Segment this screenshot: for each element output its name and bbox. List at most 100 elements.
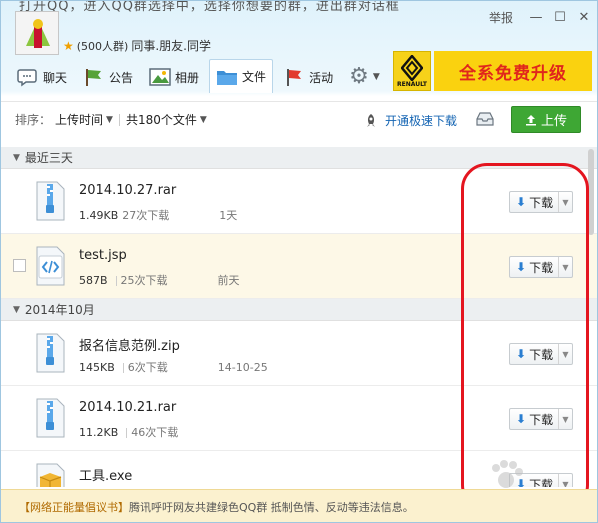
- upload-time: 前天: [217, 274, 240, 287]
- sort-dropdown[interactable]: 上传时间: [55, 111, 103, 128]
- download-button[interactable]: ⬇ 下载 ▼: [509, 191, 573, 213]
- collapse-triangle-icon: ▼: [13, 304, 20, 315]
- file-toolbar: 排序： 上传时间 ▼ 共180个文件 ▼ 开通极速下载 上传: [1, 101, 597, 137]
- tab-announcement[interactable]: 公告: [77, 61, 139, 93]
- file-name[interactable]: 2014.10.27.rar: [79, 183, 176, 198]
- download-label: 下载: [529, 412, 554, 427]
- upload-time: 14-10-25: [217, 361, 268, 374]
- minimize-icon[interactable]: —: [529, 10, 543, 25]
- close-icon[interactable]: ✕: [577, 10, 591, 25]
- zip-archive-icon: [36, 398, 65, 438]
- renault-logo-icon: [401, 55, 423, 81]
- download-arrow-icon: ⬇: [516, 260, 527, 274]
- download-button[interactable]: ⬇ 下载 ▼: [509, 343, 573, 365]
- group-tags: 同事.朋友.同学: [131, 39, 211, 53]
- code-file-icon: [36, 246, 65, 286]
- divider: [118, 113, 120, 126]
- file-row[interactable]: 报名信息范例.zip 145KB 6次下载 14-10-25 ⬇ 下载 ▼: [1, 321, 597, 386]
- file-name[interactable]: 报名信息范例.zip: [79, 335, 180, 354]
- vertical-scrollbar[interactable]: [587, 147, 595, 487]
- file-name[interactable]: 工具.exe: [79, 465, 132, 484]
- download-count: 27次下载: [122, 209, 170, 222]
- download-count: 46次下载: [131, 426, 179, 439]
- report-button[interactable]: 举报: [489, 9, 513, 26]
- file-list: ▼ 最近三天 2014.10.27.rar 1.49KB 27次下载 1天 ⬇ 下载…: [1, 147, 597, 487]
- file-size: 587B: [79, 274, 108, 287]
- photo-album-icon: [149, 68, 171, 86]
- renault-ad-logo[interactable]: RENAULT: [393, 51, 431, 91]
- section-title: 2014年10月: [24, 303, 95, 317]
- tab-chat[interactable]: 聊天: [11, 61, 73, 93]
- notice-bar: 【网络正能量倡议书】 腾讯呼吁网友共建绿色QQ群 抵制色情、反动等违法信息。: [1, 489, 597, 522]
- file-row[interactable]: 2014.10.27.rar 1.49KB 27次下载 1天 ⬇ 下载 ▼: [1, 169, 597, 234]
- download-label: 下载: [529, 347, 554, 362]
- file-row[interactable]: 2014.10.21.rar 11.2KB 46次下载 ⬇ 下载 ▼: [1, 386, 597, 451]
- folder-icon: [217, 70, 238, 85]
- chat-icon: [17, 69, 37, 87]
- file-count-chevron-icon[interactable]: ▼: [200, 115, 207, 125]
- download-label: 下载: [529, 260, 554, 275]
- speed-download-label: 开通极速下载: [385, 114, 458, 128]
- group-size: (500人群): [76, 39, 129, 53]
- upload-time: 1天: [219, 209, 238, 222]
- ad-banner[interactable]: 全系免费升级: [434, 51, 592, 91]
- tab-files-label: 文件: [242, 70, 267, 84]
- chevron-down-icon[interactable]: ▼: [558, 257, 572, 277]
- chevron-down-icon[interactable]: ▼: [558, 192, 572, 212]
- window-controls: 举报 — ☐ ✕: [489, 9, 591, 26]
- file-size: 145KB: [79, 361, 115, 374]
- download-count: 25次下载: [120, 274, 168, 287]
- inbox-icon[interactable]: [475, 110, 495, 128]
- tab-activity[interactable]: 活动: [277, 61, 339, 93]
- tab-announcement-label: 公告: [109, 70, 134, 85]
- file-name[interactable]: 2014.10.21.rar: [79, 400, 176, 415]
- tab-bar: 聊天 公告 相册 文件 活动 ⚙ ▼: [11, 57, 386, 93]
- qq-group-window: 打开QQ，进入QQ群选择中，选择你想要的群，进出群对话框 举报 — ☐ ✕ ★ …: [0, 0, 598, 523]
- chevron-down-icon: ▼: [372, 72, 380, 82]
- file-row[interactable]: test.jsp 587B 25次下载 前天 ⬇ 下载 ▼: [1, 234, 597, 299]
- tab-files[interactable]: 文件: [209, 59, 274, 93]
- file-size: 11.2KB: [79, 426, 119, 439]
- file-meta: 1.49KB 27次下载 1天: [79, 207, 237, 223]
- file-name[interactable]: test.jsp: [79, 248, 127, 263]
- section-title: 最近三天: [24, 151, 73, 165]
- scrollbar-thumb[interactable]: [588, 149, 594, 235]
- sort-chevron-icon[interactable]: ▼: [106, 115, 113, 125]
- collapse-triangle-icon: ▼: [13, 152, 20, 163]
- gear-icon: ⚙: [349, 64, 369, 89]
- tab-chat-label: 聊天: [43, 70, 68, 85]
- maximize-icon[interactable]: ☐: [553, 10, 567, 25]
- chevron-down-icon[interactable]: ▼: [558, 409, 572, 429]
- more-apps-menu[interactable]: ⚙ ▼: [343, 61, 386, 93]
- download-label: 下载: [529, 195, 554, 210]
- download-button[interactable]: ⬇ 下载 ▼: [509, 256, 573, 278]
- upload-icon: [525, 114, 536, 125]
- file-size: 1.49KB: [79, 209, 119, 222]
- activity-flag-icon: [287, 69, 302, 86]
- section-header[interactable]: ▼ 最近三天: [1, 147, 597, 169]
- package-icon: [36, 463, 65, 487]
- file-count-dropdown[interactable]: 共180个文件: [126, 111, 197, 128]
- upload-button[interactable]: 上传: [511, 106, 581, 133]
- group-avatar[interactable]: [15, 11, 59, 55]
- star-icon: ★: [63, 38, 74, 53]
- sort-label: 排序：: [15, 113, 52, 127]
- notice-tag[interactable]: 【网络正能量倡议书】: [19, 499, 129, 515]
- instruction-caption: 打开QQ，进入QQ群选择中，选择你想要的群，进出群对话框: [19, 0, 400, 14]
- speed-download-link[interactable]: 开通极速下载: [363, 112, 457, 129]
- download-button[interactable]: ⬇ 下载 ▼: [509, 408, 573, 430]
- file-meta: 587B 25次下载 前天: [79, 272, 240, 288]
- tab-activity-label: 活动: [309, 70, 334, 85]
- file-checkbox[interactable]: [13, 259, 26, 272]
- chevron-down-icon[interactable]: ▼: [558, 344, 572, 364]
- download-arrow-icon: ⬇: [516, 195, 527, 209]
- tab-album-label: 相册: [175, 70, 200, 85]
- group-meta: ★ (500人群) 同事.朋友.同学: [63, 37, 211, 54]
- section-header[interactable]: ▼ 2014年10月: [1, 299, 597, 321]
- ad-brand: RENAULT: [397, 81, 427, 88]
- upload-label: 上传: [540, 114, 567, 129]
- zip-archive-icon: [36, 333, 65, 373]
- tab-album[interactable]: 相册: [143, 61, 205, 93]
- download-arrow-icon: ⬇: [516, 347, 527, 361]
- download-count: 6次下载: [127, 361, 168, 374]
